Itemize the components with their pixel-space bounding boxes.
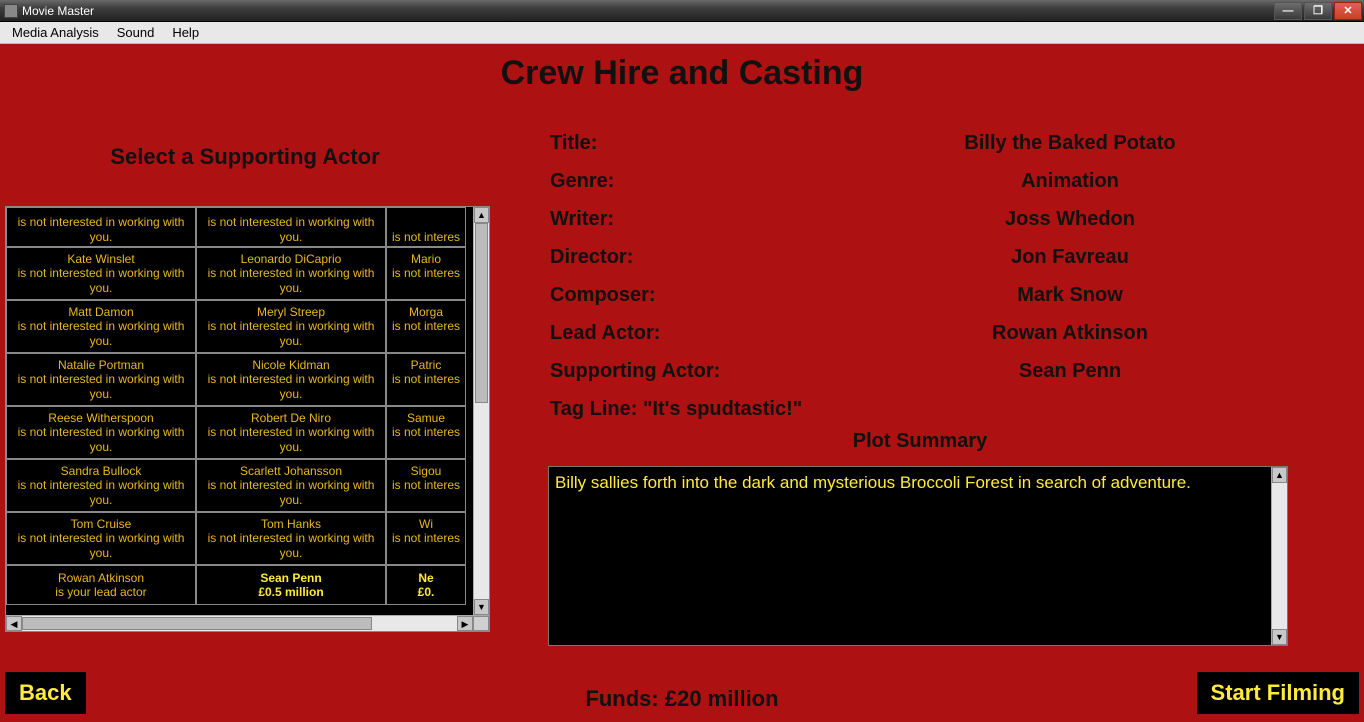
scroll-track[interactable] [474,223,489,599]
actor-cell[interactable]: Sean Penn£0.5 million [196,565,386,605]
maximize-button[interactable]: ❐ [1304,2,1332,20]
scroll-down-icon[interactable]: ▼ [1272,629,1287,645]
menu-help[interactable]: Help [164,23,207,42]
actor-cell[interactable]: Robert De Nirois not interested in worki… [196,406,386,459]
actor-cell[interactable]: Kate Winsletis not interested in working… [6,247,196,300]
menu-sound[interactable]: Sound [109,23,163,42]
plot-summary-title: Plot Summary [550,430,1290,453]
menu-bar: Media Analysis Sound Help [0,22,1364,44]
actor-grid-viewport: is not interested in working withyou.Kat… [6,207,489,615]
back-button[interactable]: Back [5,672,86,714]
window-controls: — ❐ ✕ [1274,2,1364,20]
actor-cell[interactable]: Sandra Bullockis not interested in worki… [6,459,196,512]
plot-vscrollbar[interactable]: ▲ ▼ [1271,467,1287,645]
movie-info-panel: Title:Billy the Baked PotatoGenre:Animat… [550,124,1290,428]
tagline: Tag Line: "It's spudtastic!" [550,398,802,421]
scroll-up-icon[interactable]: ▲ [474,207,489,223]
info-value: Mark Snow [850,284,1290,307]
info-value: Billy the Baked Potato [850,132,1290,155]
actor-cell[interactable]: Meryl Streepis not interested in working… [196,300,386,353]
start-filming-button[interactable]: Start Filming [1197,672,1359,714]
actor-grid: is not interested in working withyou.Kat… [5,206,490,632]
actor-cell[interactable]: Mariois not interes [386,247,466,300]
actor-grid-vscrollbar[interactable]: ▲ ▼ [473,207,489,615]
plot-summary-box: Billy sallies forth into the dark and my… [548,466,1288,646]
page-title: Crew Hire and Casting [0,54,1364,93]
info-label: Title: [550,132,850,155]
app-icon [4,4,18,18]
actor-cell[interactable]: Samueis not interes [386,406,466,459]
left-panel-title: Select a Supporting Actor [0,144,490,170]
actor-cell[interactable]: Wiis not interes [386,512,466,565]
info-label: Genre: [550,170,850,193]
actor-grid-hscrollbar[interactable]: ◀ ▶ [6,615,489,631]
info-label: Supporting Actor: [550,360,850,383]
scroll-track[interactable] [1272,483,1287,629]
actor-cell[interactable]: Scarlett Johanssonis not interested in w… [196,459,386,512]
scroll-right-icon[interactable]: ▶ [457,616,473,631]
info-label: Director: [550,246,850,269]
actor-cell[interactable]: Reese Witherspoonis not interested in wo… [6,406,196,459]
info-value: Jon Favreau [850,246,1290,269]
window-title: Movie Master [22,4,94,18]
info-label: Composer: [550,284,850,307]
info-label: Writer: [550,208,850,231]
actor-cell[interactable]: Natalie Portmanis not interested in work… [6,353,196,406]
scroll-thumb[interactable] [475,223,488,403]
scroll-corner [473,616,489,631]
actor-cell[interactable]: Sigouis not interes [386,459,466,512]
info-value: Rowan Atkinson [850,322,1290,345]
actor-cell[interactable]: is not interested in working withyou. [196,207,386,247]
actor-cell[interactable]: Morgais not interes [386,300,466,353]
minimize-button[interactable]: — [1274,2,1302,20]
plot-summary-text[interactable]: Billy sallies forth into the dark and my… [549,467,1271,645]
info-value: Sean Penn [850,360,1290,383]
info-value: Animation [850,170,1290,193]
actor-cell[interactable]: is not interes [386,207,466,247]
window-titlebar: Movie Master — ❐ ✕ [0,0,1364,22]
actor-cell[interactable]: Tom Hanksis not interested in working wi… [196,512,386,565]
scroll-thumb[interactable] [22,617,372,630]
actor-cell[interactable]: Rowan Atkinsonis your lead actor [6,565,196,605]
game-area: Crew Hire and Casting Select a Supportin… [0,44,1364,722]
actor-cell[interactable]: Ne£0. [386,565,466,605]
actor-cell[interactable]: Tom Cruiseis not interested in working w… [6,512,196,565]
scroll-left-icon[interactable]: ◀ [6,616,22,631]
scroll-track[interactable] [22,616,457,631]
menu-media-analysis[interactable]: Media Analysis [4,23,107,42]
actor-cell[interactable]: Leonardo DiCapriois not interested in wo… [196,247,386,300]
actor-cell[interactable]: Nicole Kidmanis not interested in workin… [196,353,386,406]
actor-cell[interactable]: Matt Damonis not interested in working w… [6,300,196,353]
scroll-up-icon[interactable]: ▲ [1272,467,1287,483]
info-label: Lead Actor: [550,322,850,345]
scroll-down-icon[interactable]: ▼ [474,599,489,615]
actor-cell[interactable]: Patricis not interes [386,353,466,406]
actor-cell[interactable]: is not interested in working withyou. [6,207,196,247]
funds-display: Funds: £20 million [0,686,1364,712]
info-value: Joss Whedon [850,208,1290,231]
close-button[interactable]: ✕ [1334,2,1362,20]
